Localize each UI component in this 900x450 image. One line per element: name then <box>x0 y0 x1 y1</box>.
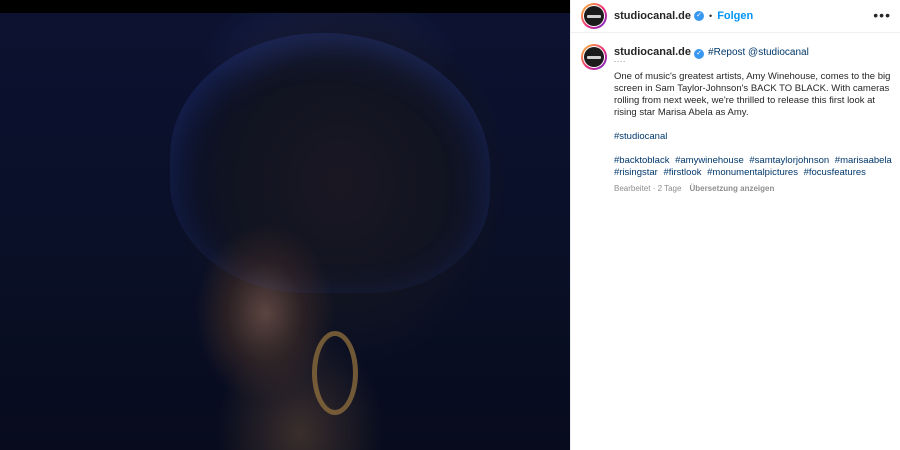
hashtag[interactable]: #amywinehouse <box>675 155 744 166</box>
translate-button[interactable]: Übersetzung anzeigen <box>689 184 774 193</box>
hashtag-studiocanal[interactable]: #studiocanal <box>614 131 899 143</box>
post-media[interactable] <box>0 0 570 450</box>
edited-timestamp: Bearbeitet · 2 Tage <box>614 184 682 193</box>
caption-sparkles: ˙˙˙˙ <box>614 60 626 70</box>
follow-button[interactable]: Folgen <box>717 10 753 22</box>
hashtag[interactable]: #monumentalpictures <box>707 167 798 178</box>
hashtag[interactable]: #focusfeatures <box>804 167 866 178</box>
hashtag[interactable]: #firstlook <box>663 167 701 178</box>
post-side-panel: studiocanal.de ✓ • Folgen ••• studiocana… <box>570 0 900 450</box>
avatar[interactable] <box>581 3 607 29</box>
comment-body: studiocanal.de ✓ #Repost @studiocanal ˙˙˙˙… <box>614 46 899 193</box>
comment-verified-icon: ✓ <box>694 49 705 59</box>
photo-earring <box>312 331 358 415</box>
repost-link[interactable]: #Repost @studiocanal <box>708 47 809 58</box>
header-separator: • <box>709 11 713 21</box>
hashtag-list: #backtoblack #amywinehouse #samtaylorjoh… <box>614 155 899 179</box>
avatar-logo-icon <box>587 14 601 18</box>
comment-meta: Bearbeitet · 2 Tage Übersetzung anzeigen <box>614 184 899 193</box>
hashtag[interactable]: #risingstar <box>614 167 658 178</box>
post-photo <box>0 13 570 450</box>
hashtag[interactable]: #samtaylorjohnson <box>749 155 829 166</box>
caption-text: One of music's greatest artists, Amy Win… <box>614 71 891 118</box>
hashtag[interactable]: #marisaabela <box>835 155 892 166</box>
verified-icon: ✓ <box>694 11 705 21</box>
hashtag[interactable]: #backtoblack <box>614 155 669 166</box>
comment-username[interactable]: studiocanal.de <box>614 46 691 58</box>
post-header: studiocanal.de ✓ • Folgen ••• <box>571 0 900 33</box>
comment-avatar[interactable] <box>581 44 607 70</box>
more-options-icon[interactable]: ••• <box>873 8 891 22</box>
photo-hair-highlight <box>170 33 490 293</box>
header-username[interactable]: studiocanal.de <box>614 10 691 22</box>
comment-avatar-logo-icon <box>587 55 601 59</box>
